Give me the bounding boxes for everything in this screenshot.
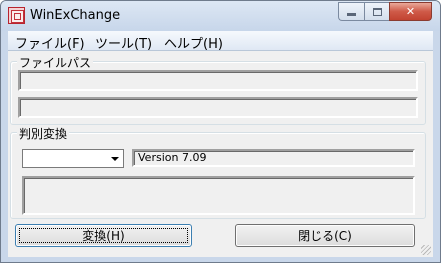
title-bar[interactable]: WinExChange ✕ <box>1 1 440 31</box>
file-path-group: ファイルパス <box>10 54 426 125</box>
file-path-field-1[interactable] <box>18 70 418 91</box>
menu-file[interactable]: ファイル(F) <box>15 33 85 52</box>
convert-button[interactable]: 変換(H) <box>15 224 192 247</box>
maximize-icon <box>372 7 382 16</box>
chevron-down-icon[interactable] <box>107 151 122 166</box>
close-window-button[interactable]: ✕ <box>389 2 432 21</box>
detect-convert-group-label: 判別変換 <box>17 125 70 142</box>
app-icon[interactable] <box>8 7 25 24</box>
menu-help[interactable]: ヘルプ(H) <box>164 33 223 52</box>
client-area: ファイルパス 判別変換 Version 7.09 変換(H) 閉じる(C) <box>8 51 433 257</box>
caption-buttons: ✕ <box>338 2 432 21</box>
app-window: WinExChange ✕ ファイル(F) ツール(T) ヘルプ(H) ファイル… <box>0 0 441 263</box>
close-icon: ✕ <box>405 5 416 18</box>
detect-result-field <box>22 176 415 215</box>
file-path-field-2[interactable] <box>18 97 418 118</box>
encoding-select[interactable] <box>22 149 124 168</box>
focus-ring <box>19 228 188 243</box>
maximize-button[interactable] <box>364 2 389 21</box>
close-button[interactable]: 閉じる(C) <box>235 224 415 247</box>
window-title: WinExChange <box>30 8 121 23</box>
minimize-icon <box>347 13 356 16</box>
resize-grip[interactable] <box>421 245 431 255</box>
menu-bar: ファイル(F) ツール(T) ヘルプ(H) <box>8 31 433 52</box>
version-label: Version 7.09 <box>132 149 415 167</box>
close-button-label: 閉じる(C) <box>298 229 352 243</box>
file-path-group-label: ファイルパス <box>17 54 94 71</box>
detect-convert-group: 判別変換 Version 7.09 <box>10 125 426 219</box>
minimize-button[interactable] <box>338 2 364 21</box>
menu-tools[interactable]: ツール(T) <box>95 33 152 52</box>
